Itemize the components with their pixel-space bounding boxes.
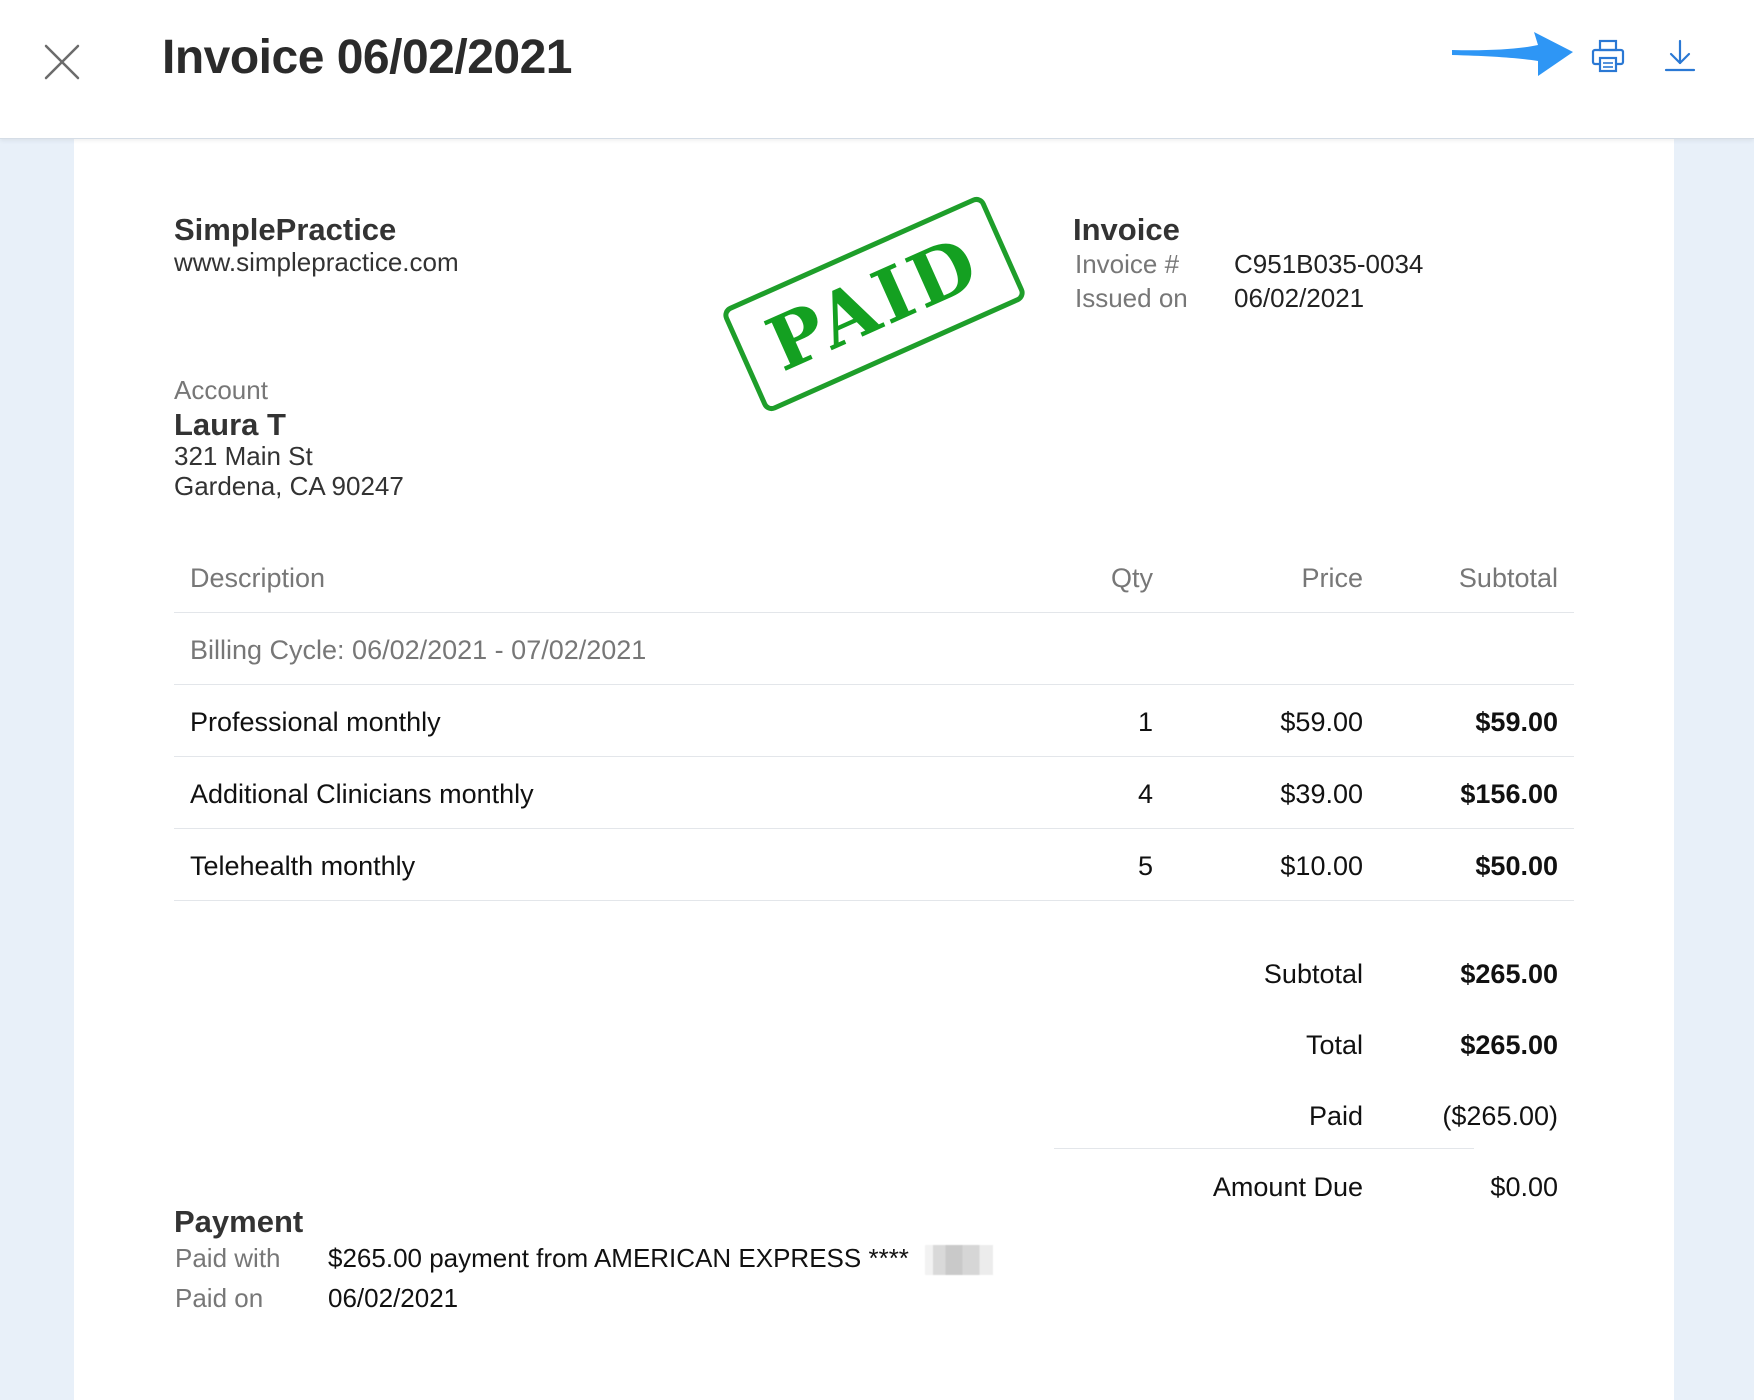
paid-row: Paid ($265.00) xyxy=(174,1083,1574,1154)
item-description: Additional Clinicians monthly xyxy=(190,779,534,809)
paid-value: ($265.00) xyxy=(1442,1101,1558,1131)
invoice-document: SimplePractice www.simplepractice.com PA… xyxy=(74,139,1674,1400)
download-icon xyxy=(1664,39,1696,72)
page-title: Invoice 06/02/2021 xyxy=(162,31,572,84)
company-website: www.simplepractice.com xyxy=(174,247,459,277)
item-description: Professional monthly xyxy=(190,707,441,737)
invoice-heading: Invoice xyxy=(1073,212,1180,247)
invoice-number-label: Invoice # xyxy=(1075,249,1180,279)
amount-due-row: Amount Due $0.00 xyxy=(174,1154,1574,1225)
paid-on-label: Paid on xyxy=(175,1283,264,1313)
payment-heading: Payment xyxy=(174,1204,304,1239)
download-button[interactable] xyxy=(1662,38,1698,74)
item-qty: 1 xyxy=(1137,707,1153,737)
totals-section: Subtotal $265.00 Total $265.00 Paid ($26… xyxy=(174,941,1574,1225)
line-items-table: Description Qty Price Subtotal Billing C… xyxy=(174,541,1574,901)
paid-stamp: PAID xyxy=(720,193,1028,415)
item-subtotal: $50.00 xyxy=(1475,851,1558,881)
total-label: Total xyxy=(1305,1030,1363,1060)
item-price: $39.00 xyxy=(1280,779,1363,809)
amount-due-divider xyxy=(1054,1148,1474,1149)
paid-with-value: $265.00 payment from AMERICAN EXPRESS **… xyxy=(328,1243,909,1273)
item-price: $59.00 xyxy=(1280,707,1363,737)
account-name: Laura T xyxy=(174,407,286,442)
paid-label: Paid xyxy=(1308,1101,1363,1131)
billing-cycle: Billing Cycle: 06/02/2021 - 07/02/2021 xyxy=(190,635,647,665)
table-row: Telehealth monthly 5 $10.00 $50.00 xyxy=(174,829,1574,901)
invoice-number: C951B035-0034 xyxy=(1234,249,1424,279)
subtotal-value: $265.00 xyxy=(1460,959,1558,989)
subtotal-label: Subtotal xyxy=(1263,959,1363,989)
total-value: $265.00 xyxy=(1460,1030,1558,1060)
account-address-line2: Gardena, CA 90247 xyxy=(174,471,404,501)
column-header-price: Price xyxy=(1301,563,1363,593)
item-description: Telehealth monthly xyxy=(190,851,416,881)
issued-on-label: Issued on xyxy=(1075,283,1188,313)
redacted-card-digits xyxy=(925,1245,993,1275)
table-header-row: Description Qty Price Subtotal xyxy=(174,541,1574,613)
item-subtotal: $59.00 xyxy=(1475,707,1558,737)
close-icon xyxy=(44,44,80,80)
item-qty: 5 xyxy=(1137,851,1153,881)
table-row: Professional monthly 1 $59.00 $59.00 xyxy=(174,685,1574,757)
paid-with-label: Paid with xyxy=(175,1243,281,1273)
paid-stamp-text: PAID xyxy=(754,219,994,389)
invoice-header: Invoice 06/02/2021 xyxy=(0,0,1754,139)
amount-due-value: $0.00 xyxy=(1490,1172,1558,1202)
subtotal-row: Subtotal $265.00 xyxy=(174,941,1574,1012)
total-row: Total $265.00 xyxy=(174,1012,1574,1083)
table-row: Additional Clinicians monthly 4 $39.00 $… xyxy=(174,757,1574,829)
close-button[interactable] xyxy=(38,38,86,86)
printer-icon xyxy=(1591,39,1625,73)
column-header-qty: Qty xyxy=(1110,563,1153,593)
issued-on-date: 06/02/2021 xyxy=(1234,283,1365,313)
item-subtotal: $156.00 xyxy=(1460,779,1558,809)
column-header-subtotal: Subtotal xyxy=(1458,563,1558,593)
amount-due-label: Amount Due xyxy=(1212,1172,1363,1202)
account-label: Account xyxy=(174,375,268,405)
arrow-annotation xyxy=(1452,32,1573,76)
column-header-description: Description xyxy=(190,563,326,593)
item-price: $10.00 xyxy=(1280,851,1363,881)
item-qty: 4 xyxy=(1137,779,1153,809)
company-name: SimplePractice xyxy=(174,212,397,247)
paid-on-value: 06/02/2021 xyxy=(328,1283,459,1313)
print-button[interactable] xyxy=(1590,38,1626,74)
account-address-line1: 321 Main St xyxy=(174,441,313,471)
billing-cycle-row: Billing Cycle: 06/02/2021 - 07/02/2021 xyxy=(174,613,1574,685)
